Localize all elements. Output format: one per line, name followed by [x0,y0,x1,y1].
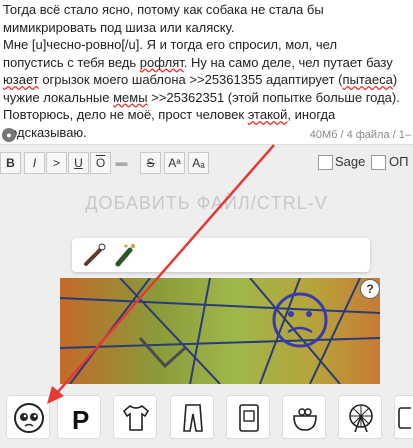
scroll-indicator-icon[interactable]: ● [2,128,16,142]
text-line: Мне [u]чесно-ровно[/u]. Я и тогда его сп… [3,37,338,52]
text-line: чужие локальные мемы >>25362351 (этой по… [3,89,400,105]
overline-button[interactable]: O [90,152,111,174]
ferris-wheel-icon[interactable] [338,395,382,439]
shirt-icon[interactable] [113,395,157,439]
text-line: попустись с тебя ведь рофлят. Ну на само… [3,54,393,70]
bus-icon[interactable] [394,395,413,439]
italic-button[interactable]: I [24,152,45,174]
add-file-dropzone[interactable]: ДОБАВИТЬ ФАЙЛ/CTRL-V [0,193,413,214]
op-label: ОП [389,154,409,169]
sage-checkbox[interactable] [318,155,333,170]
text-line: юзает огрызок моего шаблона >>25361355 а… [3,72,398,87]
attached-image-preview[interactable] [60,278,380,384]
sticker-bar [72,238,370,272]
svg-text:P: P [72,405,89,434]
text-line: Тогда всё стало ясно, потому как собака … [3,2,324,17]
sage-label: Sage [335,154,366,169]
superscript-button[interactable]: Aᵃ [164,152,185,174]
underline-button[interactable]: U [68,152,89,174]
file-counter: 40Мб / 4 файла / 1– [309,129,411,141]
subscript-button[interactable]: Aₐ [188,152,209,174]
bold-button[interactable]: B [0,152,21,174]
passport-icon[interactable] [226,395,270,439]
pleading-face-icon[interactable] [6,395,50,439]
parking-icon[interactable]: P [57,395,101,439]
champagne-icon[interactable] [112,242,138,268]
strikethrough-bar-icon[interactable]: ▬ [114,152,129,172]
strike-button[interactable]: S [140,152,161,174]
text-line: Повторюсь, дело не моё, прост человек эт… [3,107,336,122]
op-checkbox[interactable] [371,155,386,170]
baseball-bat-icon[interactable] [82,242,108,268]
sticker-picker-row: P [0,393,413,448]
help-icon[interactable]: ? [360,279,380,299]
quote-button[interactable]: > [46,152,67,174]
text-line: мимикрировать под шиза или каляску. [3,19,235,35]
trousers-icon[interactable] [170,395,214,439]
purse-icon[interactable] [282,395,326,439]
post-textarea[interactable]: Тогда всё стало ясно, потому как собака … [0,0,413,145]
